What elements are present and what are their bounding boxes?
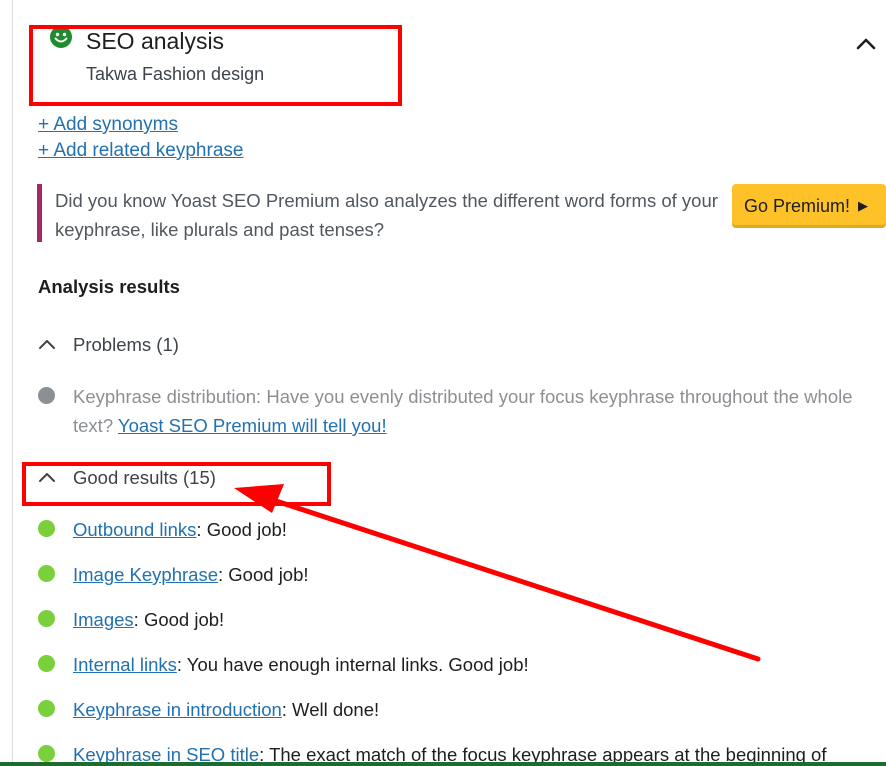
result-link[interactable]: Keyphrase in introduction [73,699,282,720]
result-link[interactable]: Outbound links [73,519,196,540]
chevron-up-icon[interactable] [854,32,878,56]
result-text: Keyphrase distribution: Have you evenly … [73,386,853,436]
good-bullet-icon [38,520,55,537]
result-item-good: Keyphrase in introduction: Well done! [38,695,858,725]
result-item-good: Outbound links: Good job! [38,515,858,545]
result-item-problem: Keyphrase distribution: Have you evenly … [38,382,858,442]
annotation-box-good-results [22,462,331,506]
add-synonyms-link[interactable]: + Add synonyms [38,112,243,138]
result-text: Outbound links: Good job! [73,519,287,540]
premium-accent-bar [37,184,42,242]
result-text: Keyphrase in introduction: Well done! [73,699,380,720]
result-item-good: Internal links: You have enough internal… [38,650,858,680]
add-related-keyphrase-link[interactable]: + Add related keyphrase [38,138,243,164]
good-bullet-icon [38,745,55,762]
premium-link[interactable]: Yoast SEO Premium will tell you! [118,415,387,436]
result-link[interactable]: Image Keyphrase [73,564,218,585]
bottom-edge-bar [0,762,886,766]
result-text: Image Keyphrase: Good job! [73,564,309,585]
yoast-seo-panel: SEO analysis Takwa Fashion design + Add … [0,0,886,766]
chevron-up-icon [39,340,55,349]
problem-bullet-icon [38,387,55,404]
go-premium-label: Go Premium! [744,195,851,216]
annotation-box-header [29,25,402,106]
result-link[interactable]: Internal links [73,654,177,675]
go-premium-button[interactable]: Go Premium! ▶ [732,184,886,228]
good-bullet-icon [38,610,55,627]
good-bullet-icon [38,565,55,582]
result-link[interactable]: Images [73,609,134,630]
problems-toggle[interactable]: Problems (1) [38,334,179,356]
caret-right-icon: ▶ [858,198,869,213]
good-bullet-icon [38,700,55,717]
premium-upsell-notice: Did you know Yoast SEO Premium also anal… [37,184,886,242]
panel-left-border [12,0,13,766]
result-text: Images: Good job! [73,609,225,630]
result-item-good: Images: Good job! [38,605,858,635]
problems-label: Problems (1) [73,334,179,355]
result-text: Internal links: You have enough internal… [73,654,529,675]
analysis-results-heading: Analysis results [38,276,180,297]
result-item-good: Image Keyphrase: Good job! [38,560,858,590]
keyphrase-links: + Add synonyms + Add related keyphrase [38,112,243,164]
good-bullet-icon [38,655,55,672]
premium-upsell-text: Did you know Yoast SEO Premium also anal… [55,190,718,240]
